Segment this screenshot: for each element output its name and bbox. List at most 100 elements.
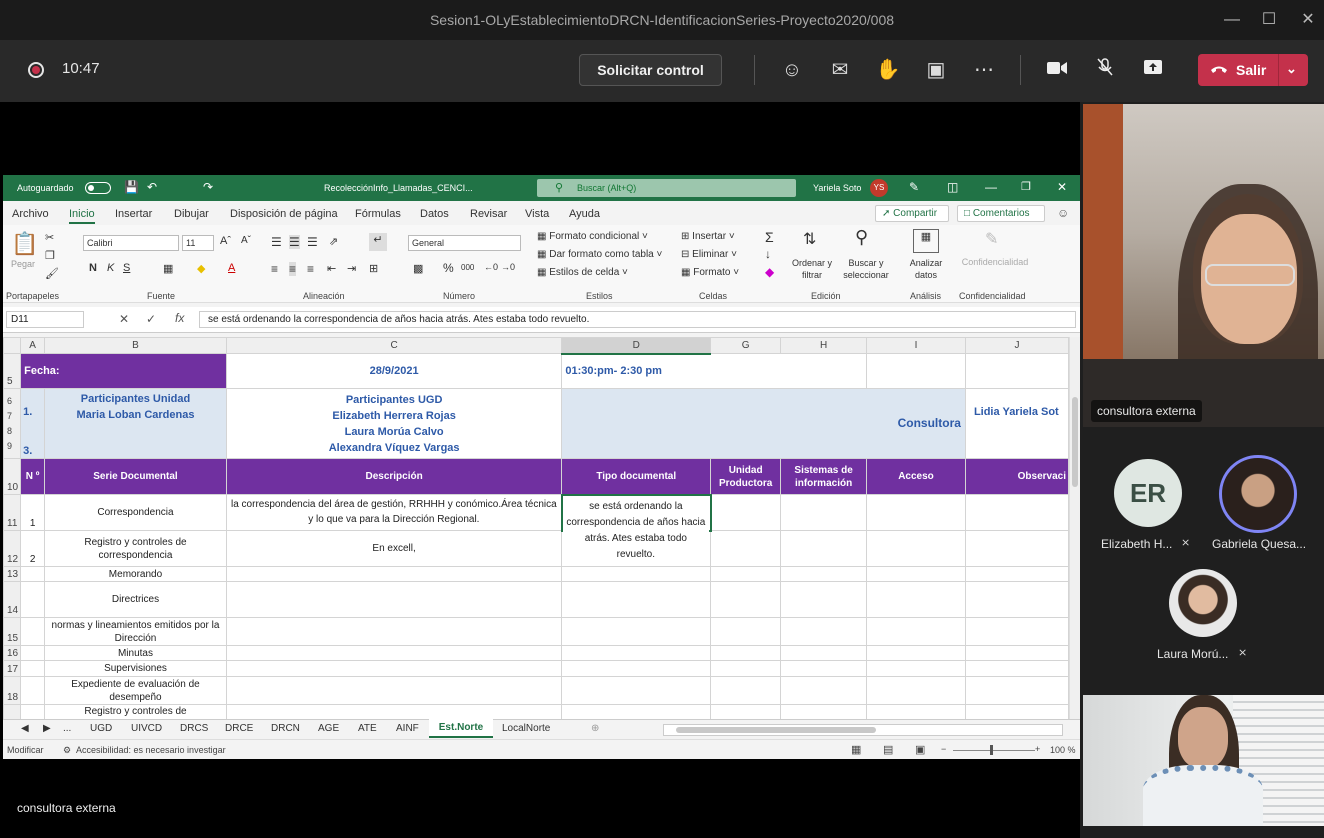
col-header-j[interactable]: J: [964, 337, 1069, 354]
user-avatar[interactable]: YS: [870, 179, 888, 197]
function-icon[interactable]: fx: [175, 311, 184, 325]
sheet-tab-est-norte[interactable]: Est.Norte: [429, 719, 493, 738]
col-header-c[interactable]: C: [225, 337, 563, 354]
cell-serie[interactable]: Supervisiones: [44, 660, 227, 677]
chevron-down-icon[interactable]: ⌄: [1286, 61, 1297, 77]
confidentiality-icon[interactable]: ✎: [985, 229, 998, 249]
cell-serie[interactable]: Directrices: [44, 581, 227, 618]
cut-icon[interactable]: ✂: [45, 231, 54, 244]
avatar-er[interactable]: ER: [1114, 459, 1182, 527]
cell-serie[interactable]: Minutas: [44, 645, 227, 661]
tab-revisar[interactable]: Revisar: [470, 208, 507, 220]
fecha-value[interactable]: 28/9/2021: [225, 353, 563, 389]
cell-serie[interactable]: Registro y controles de correspondencia: [44, 530, 227, 567]
cell[interactable]: [780, 530, 868, 567]
cell[interactable]: [964, 530, 1069, 567]
row-header[interactable]: 15: [3, 617, 22, 646]
copy-icon[interactable]: ❐: [45, 249, 55, 262]
header-num[interactable]: N º: [20, 458, 46, 495]
cell-num[interactable]: 1: [20, 494, 46, 531]
add-sheet-icon[interactable]: ⊕: [591, 723, 599, 734]
cell[interactable]: [710, 494, 782, 531]
mic-muted-icon[interactable]: [1092, 57, 1118, 83]
cell-num[interactable]: [20, 566, 46, 582]
cell-serie[interactable]: Registro y controles de: [44, 704, 227, 719]
cell[interactable]: [964, 581, 1069, 618]
participant-numbers[interactable]: 1. 3.: [20, 388, 46, 459]
cell-descripcion[interactable]: [225, 676, 563, 705]
next-sheet-icon[interactable]: ▶: [43, 723, 51, 734]
comments-button[interactable]: □ Comentarios: [957, 205, 1045, 222]
cell[interactable]: [710, 581, 782, 618]
clear-icon[interactable]: ◆: [765, 265, 774, 279]
orientation-icon[interactable]: ⇗: [329, 235, 338, 248]
paste-icon[interactable]: 📋: [11, 231, 38, 257]
search-input[interactable]: ⚲ Buscar (Alt+Q): [537, 179, 796, 197]
zoom-thumb[interactable]: [990, 745, 993, 755]
cell-num[interactable]: [20, 676, 46, 705]
pen-icon[interactable]: ✎: [909, 180, 919, 194]
col-header-h[interactable]: H: [780, 337, 868, 354]
cell[interactable]: [866, 353, 966, 389]
sheet-tab-localnorte[interactable]: LocalNorte: [502, 723, 550, 734]
zoom-level[interactable]: 100 %: [1050, 745, 1076, 755]
cell[interactable]: [710, 566, 782, 582]
col-header-a[interactable]: A: [20, 337, 46, 354]
delete-cells-button[interactable]: ⊟ Eliminar ˅: [681, 249, 737, 260]
participants-ugd-cell[interactable]: Participantes UGD Elizabeth Herrera Rojas…: [225, 388, 563, 459]
col-header-d[interactable]: D: [561, 337, 712, 355]
percent-icon[interactable]: %: [443, 261, 454, 275]
accessibility-status[interactable]: Accesibilidad: es necesario investigar: [76, 745, 226, 755]
indent-increase-icon[interactable]: ⇥: [347, 262, 356, 275]
header-unidad[interactable]: Unidad Productora: [710, 458, 782, 495]
borders-icon[interactable]: ▦: [163, 262, 173, 275]
cell-num[interactable]: [20, 660, 46, 677]
zoom-in-icon[interactable]: +: [1035, 744, 1040, 754]
row-header[interactable]: 12: [3, 530, 22, 567]
tab-insertar[interactable]: Insertar: [115, 208, 152, 220]
cell[interactable]: [964, 676, 1069, 705]
cell[interactable]: [780, 566, 868, 582]
select-all[interactable]: [3, 337, 22, 354]
col-header-i[interactable]: I: [866, 337, 966, 354]
cell[interactable]: [780, 581, 868, 618]
excel-close-icon[interactable]: ✕: [1057, 180, 1067, 194]
cell[interactable]: [710, 645, 782, 661]
cell[interactable]: [780, 676, 868, 705]
vertical-scrollbar[interactable]: [1069, 337, 1080, 719]
cell[interactable]: [710, 704, 782, 719]
decrease-font-icon[interactable]: Aˇ: [241, 235, 251, 246]
sheet-tab-ugd[interactable]: UGD: [90, 723, 112, 734]
page-layout-icon[interactable]: ▤: [883, 743, 893, 756]
cell-serie[interactable]: Memorando: [44, 566, 227, 582]
row-header[interactable]: 6789: [3, 388, 22, 459]
confidentiality-label[interactable]: Confidencialidad: [957, 257, 1033, 267]
cell-descripcion[interactable]: [225, 660, 563, 677]
row-header[interactable]: 16: [3, 645, 22, 661]
cell[interactable]: [780, 494, 868, 531]
prev-sheet-icon[interactable]: ◀: [21, 723, 29, 734]
cell[interactable]: [866, 660, 966, 677]
format-cells-button[interactable]: ▦ Formato ˅: [681, 267, 739, 278]
cell-num[interactable]: 2: [20, 530, 46, 567]
font-name-select[interactable]: Calibri: [83, 235, 179, 251]
horizontal-scrollbar[interactable]: [663, 724, 1063, 736]
header-descripcion[interactable]: Descripción: [225, 458, 563, 495]
increase-font-icon[interactable]: Aˆ: [220, 235, 231, 247]
underline-icon[interactable]: S: [123, 262, 130, 274]
tab-disposicion[interactable]: Disposición de página: [230, 208, 338, 220]
cell-descripcion[interactable]: [225, 704, 563, 719]
header-sistemas[interactable]: Sistemas de información: [780, 458, 868, 495]
save-icon[interactable]: 💾: [124, 180, 139, 194]
minimize-icon[interactable]: —: [1220, 8, 1244, 32]
sheet-tab-uivcd[interactable]: UIVCD: [131, 723, 162, 734]
cell[interactable]: [866, 581, 966, 618]
zoom-out-icon[interactable]: −: [941, 744, 946, 754]
table-format-button[interactable]: ▦ Dar formato como tabla ˅: [537, 249, 662, 260]
merge-icon[interactable]: ⊞: [369, 262, 378, 275]
tab-dibujar[interactable]: Dibujar: [174, 208, 209, 220]
redo-icon[interactable]: ↷: [203, 180, 213, 194]
cell[interactable]: [964, 353, 1069, 389]
align-top-icon[interactable]: ☰: [271, 235, 282, 249]
enter-icon[interactable]: ✓: [146, 312, 156, 326]
